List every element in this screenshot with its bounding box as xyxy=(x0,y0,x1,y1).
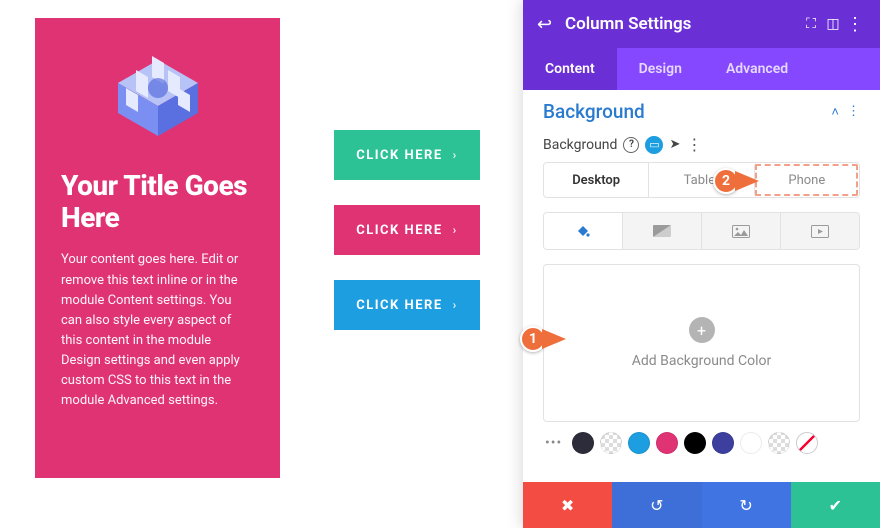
swatch[interactable] xyxy=(712,432,734,454)
chevron-right-icon: › xyxy=(453,148,458,162)
swatch[interactable] xyxy=(740,432,762,454)
collapse-icon[interactable]: ˄ xyxy=(831,104,839,120)
swatch-transparent[interactable] xyxy=(600,432,622,454)
tab-advanced[interactable]: Advanced xyxy=(704,48,810,90)
kebab-menu-icon[interactable]: ⋮ xyxy=(844,14,866,35)
section-title: Background xyxy=(543,100,645,123)
button-column: CLICK HERE › CLICK HERE › CLICK HERE › xyxy=(334,130,480,355)
drag-handle-icon[interactable]: ◫ xyxy=(822,16,844,32)
add-icon[interactable]: + xyxy=(689,317,715,343)
panel-header: ↩ Column Settings ⛶ ◫ ⋮ xyxy=(523,0,880,48)
panel-tabs: Content Design Advanced xyxy=(523,48,880,90)
cta-button-2[interactable]: CLICK HERE › xyxy=(334,205,480,255)
add-background-label: Add Background Color xyxy=(632,353,772,369)
device-tab-tablet[interactable]: Tablet xyxy=(648,163,753,197)
hover-toggle-icon[interactable]: ➤ xyxy=(669,137,680,152)
check-icon: ✔ xyxy=(829,496,842,515)
responsive-toggle-icon[interactable]: ▭ xyxy=(645,136,663,154)
panel-title: Column Settings xyxy=(565,14,800,34)
panel-header-wrap: ↩ Column Settings ⛶ ◫ ⋮ Content Design A… xyxy=(523,0,880,90)
option-label: Background xyxy=(543,137,617,153)
bg-type-gradient[interactable] xyxy=(622,213,701,249)
card-title: Your Title Goes Here xyxy=(61,170,254,234)
bg-type-video[interactable] xyxy=(780,213,859,249)
undo-button[interactable]: ↺ xyxy=(612,482,701,528)
section-header[interactable]: Background ˄ ⋮ xyxy=(543,100,860,123)
cta-button-1[interactable]: CLICK HERE › xyxy=(334,130,480,180)
swatch[interactable] xyxy=(572,432,594,454)
swatch[interactable] xyxy=(628,432,650,454)
background-preview-box[interactable]: + Add Background Color xyxy=(543,264,860,422)
bg-type-image[interactable] xyxy=(701,213,780,249)
more-colors-icon[interactable]: ••• xyxy=(545,435,562,451)
background-type-tabs xyxy=(543,212,860,250)
section-menu-icon[interactable]: ⋮ xyxy=(847,104,860,119)
help-icon[interactable]: ? xyxy=(623,137,639,153)
color-swatches: ••• xyxy=(543,432,860,454)
cancel-button[interactable]: ✖ xyxy=(523,482,612,528)
swatch-none[interactable] xyxy=(796,432,818,454)
preview-card: Your Title Goes Here Your content goes h… xyxy=(35,18,280,478)
chevron-right-icon: › xyxy=(453,298,458,312)
cta-label: CLICK HERE xyxy=(356,223,442,238)
swatch[interactable] xyxy=(656,432,678,454)
swatch-transparent[interactable] xyxy=(768,432,790,454)
cta-label: CLICK HERE xyxy=(356,298,442,313)
settings-panel: ↩ Column Settings ⛶ ◫ ⋮ Content Design A… xyxy=(523,0,880,528)
device-tabs: Desktop Tablet Phone xyxy=(543,162,860,198)
paint-bucket-icon xyxy=(575,223,591,239)
undo-icon: ↺ xyxy=(650,496,663,515)
swatch[interactable] xyxy=(684,432,706,454)
redo-button[interactable]: ↻ xyxy=(702,482,791,528)
option-row: Background ? ▭ ➤ ⋮ xyxy=(543,135,860,154)
option-menu-icon[interactable]: ⋮ xyxy=(686,135,702,154)
isometric-illustration xyxy=(98,48,218,148)
expand-icon[interactable]: ⛶ xyxy=(800,16,822,32)
tab-content[interactable]: Content xyxy=(523,48,617,90)
chevron-right-icon: › xyxy=(453,223,458,237)
close-icon: ✖ xyxy=(561,496,574,515)
tab-design[interactable]: Design xyxy=(617,48,704,90)
panel-footer: ✖ ↺ ↻ ✔ xyxy=(523,482,880,528)
cta-label: CLICK HERE xyxy=(356,148,442,163)
panel-body: Background ˄ ⋮ Background ? ▭ ➤ ⋮ Deskto… xyxy=(523,90,880,482)
device-tab-phone[interactable]: Phone xyxy=(754,163,859,197)
image-icon xyxy=(732,225,750,238)
video-icon xyxy=(811,225,829,238)
card-body: Your content goes here. Edit or remove t… xyxy=(61,250,254,411)
gradient-icon xyxy=(653,225,671,237)
bg-type-color[interactable] xyxy=(544,213,622,249)
cta-button-3[interactable]: CLICK HERE › xyxy=(334,280,480,330)
confirm-button[interactable]: ✔ xyxy=(791,482,880,528)
back-arrow-icon[interactable]: ↩ xyxy=(537,14,559,35)
device-tab-desktop[interactable]: Desktop xyxy=(544,163,648,197)
redo-icon: ↻ xyxy=(739,496,752,515)
